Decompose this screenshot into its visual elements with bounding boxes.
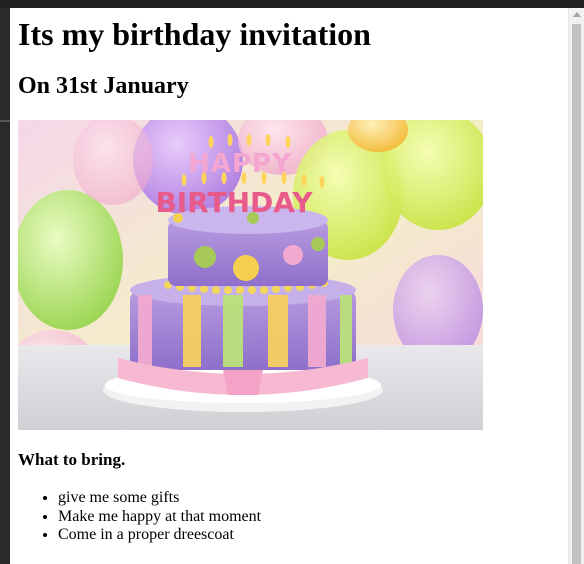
scrollbar-thumb[interactable] xyxy=(572,24,581,564)
frame-divider xyxy=(0,120,10,122)
date-heading: On 31st January xyxy=(18,73,189,99)
list-item: give me some gifts xyxy=(58,489,261,508)
vertical-scrollbar[interactable] xyxy=(568,8,584,564)
birthday-cake-image: HAPPY BIRTHDAY xyxy=(18,120,483,430)
left-frame-edge xyxy=(0,8,10,564)
candles-birthday: BIRTHDAY xyxy=(155,186,313,219)
scroll-up-icon[interactable] xyxy=(573,12,581,17)
bring-heading: What to bring. xyxy=(18,450,126,469)
page-title: Its my birthday invitation xyxy=(18,16,371,52)
list-item: Make me happy at that moment xyxy=(58,508,261,527)
list-item: Come in a proper dreescoat xyxy=(58,526,261,545)
window-top-bar xyxy=(0,0,584,8)
bring-list: give me some gifts Make me happy at that… xyxy=(18,489,261,545)
page-viewport: Its my birthday invitation On 31st Janua… xyxy=(10,8,568,564)
